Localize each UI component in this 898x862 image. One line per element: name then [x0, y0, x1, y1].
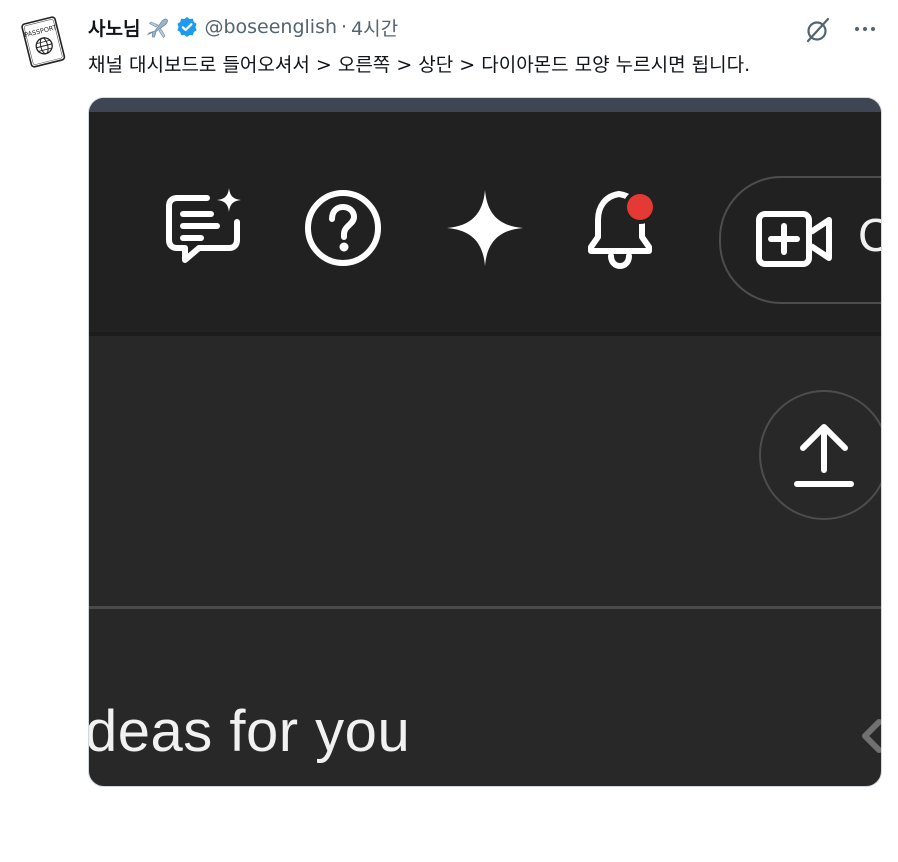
tweet-text: 채널 대시보드로 들어오셔서 > 오른쪽 > 상단 > 다이아몬드 모양 누르시…: [88, 54, 751, 76]
create-label: C: [858, 208, 881, 262]
more-icon[interactable]: [850, 14, 880, 44]
upload-icon: [794, 424, 854, 487]
verified-badge-icon[interactable]: [176, 16, 198, 38]
create-video-icon: [756, 211, 832, 267]
help-icon: [305, 190, 381, 266]
tweet-media-image[interactable]: C deas for you: [88, 97, 882, 787]
passport-avatar-icon: PASSPORT: [21, 16, 66, 68]
more-dot: [871, 27, 875, 31]
timestamp[interactable]: 4시간: [351, 14, 398, 41]
top-band: [89, 98, 881, 112]
youtube-toolbar: C: [89, 112, 881, 332]
section-divider: [89, 606, 881, 609]
feedback-sparkle-icon: [166, 188, 241, 263]
grok-icon[interactable]: [804, 16, 832, 44]
upload-button: [759, 390, 881, 520]
author-handle[interactable]: @boseenglish: [204, 16, 337, 38]
tweet-header: 사노님 @boseenglish · 4시간: [88, 14, 398, 40]
more-dot: [863, 27, 867, 31]
avatar[interactable]: PASSPORT: [14, 12, 72, 70]
chevron-left-icon: [862, 719, 881, 753]
notification-dot: [627, 194, 653, 220]
toolbar-divider: [89, 332, 881, 336]
author-name[interactable]: 사노님: [88, 14, 140, 41]
airplane-emoji-icon: [146, 16, 172, 38]
more-dot: [855, 27, 859, 31]
gemini-sparkle-icon: [447, 190, 523, 266]
ideas-heading: deas for you: [88, 699, 411, 764]
notification-bell-icon: [588, 190, 657, 270]
separator: ·: [341, 16, 348, 38]
create-button: C: [719, 176, 881, 304]
